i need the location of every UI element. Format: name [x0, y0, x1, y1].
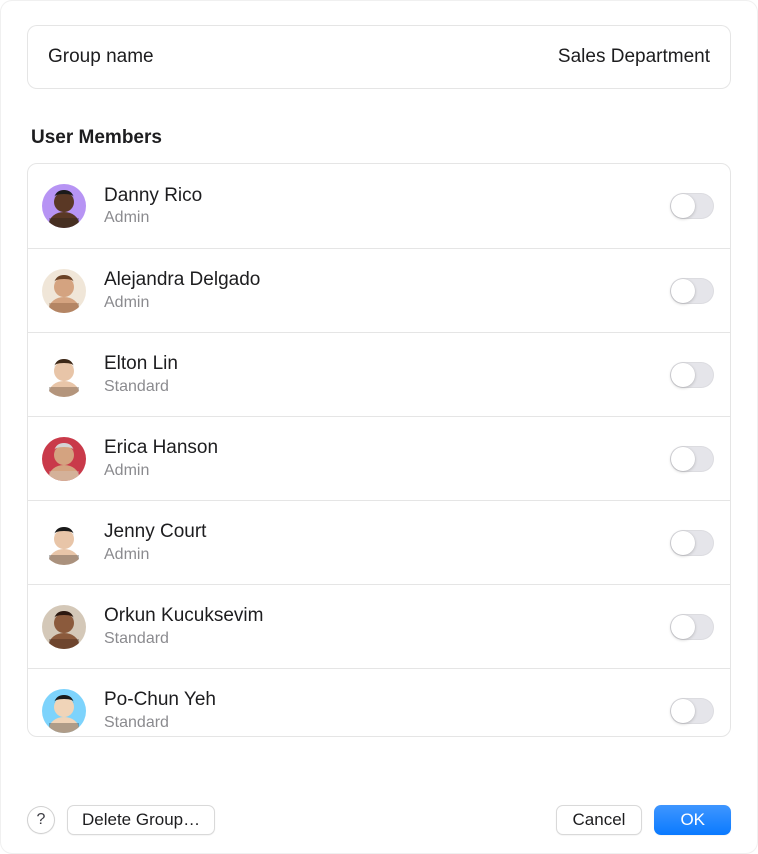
member-toggle[interactable]	[670, 446, 714, 472]
dialog-window: Group name Sales Department User Members…	[0, 0, 758, 854]
member-toggle[interactable]	[670, 278, 714, 304]
member-toggle[interactable]	[670, 530, 714, 556]
avatar	[42, 689, 86, 733]
member-role: Standard	[104, 713, 670, 733]
list-item[interactable]: Jenny Court Admin	[28, 500, 730, 584]
avatar-icon	[42, 437, 86, 481]
toggle-knob	[671, 531, 695, 555]
list-item[interactable]: Elton Lin Standard	[28, 332, 730, 416]
avatar-icon	[42, 184, 86, 228]
toggle-knob	[671, 279, 695, 303]
toggle-knob	[671, 699, 695, 723]
list-item[interactable]: Po-Chun Yeh Standard	[28, 668, 730, 737]
dialog-content: Group name Sales Department User Members…	[1, 1, 757, 737]
avatar-icon	[42, 689, 86, 733]
member-info: Danny Rico Admin	[104, 184, 670, 229]
ok-button[interactable]: OK	[654, 805, 731, 835]
cancel-label: Cancel	[573, 810, 626, 830]
avatar-icon	[42, 353, 86, 397]
delete-group-label: Delete Group…	[82, 810, 200, 830]
member-role: Standard	[104, 377, 670, 397]
member-name: Alejandra Delgado	[104, 268, 670, 292]
member-role: Admin	[104, 545, 670, 565]
avatar	[42, 437, 86, 481]
member-info: Elton Lin Standard	[104, 352, 670, 397]
member-toggle[interactable]	[670, 362, 714, 388]
member-name: Elton Lin	[104, 352, 670, 376]
help-icon: ?	[37, 811, 46, 829]
member-name: Orkun Kucuksevim	[104, 604, 670, 628]
member-toggle[interactable]	[670, 698, 714, 724]
toggle-knob	[671, 363, 695, 387]
member-info: Po-Chun Yeh Standard	[104, 688, 670, 733]
help-button[interactable]: ?	[27, 806, 55, 834]
avatar	[42, 269, 86, 313]
avatar	[42, 184, 86, 228]
member-role: Admin	[104, 461, 670, 481]
group-name-label: Group name	[48, 46, 154, 68]
avatar	[42, 521, 86, 565]
member-name: Po-Chun Yeh	[104, 688, 670, 712]
toggle-knob	[671, 447, 695, 471]
member-info: Alejandra Delgado Admin	[104, 268, 670, 313]
member-role: Admin	[104, 293, 670, 313]
avatar-icon	[42, 269, 86, 313]
group-name-value: Sales Department	[558, 46, 710, 68]
avatar-icon	[42, 605, 86, 649]
member-name: Jenny Court	[104, 520, 670, 544]
member-role: Admin	[104, 208, 670, 228]
members-list: Danny Rico Admin Alejandra Delgado Admin	[27, 163, 731, 737]
section-title: User Members	[27, 127, 731, 149]
member-role: Standard	[104, 629, 670, 649]
avatar-icon	[42, 521, 86, 565]
member-name: Danny Rico	[104, 184, 670, 208]
list-item[interactable]: Alejandra Delgado Admin	[28, 248, 730, 332]
list-item[interactable]: Orkun Kucuksevim Standard	[28, 584, 730, 668]
member-toggle[interactable]	[670, 193, 714, 219]
dialog-footer: ? Delete Group… Cancel OK	[27, 805, 731, 835]
member-info: Erica Hanson Admin	[104, 436, 670, 481]
cancel-button[interactable]: Cancel	[556, 805, 643, 835]
avatar	[42, 353, 86, 397]
avatar	[42, 605, 86, 649]
toggle-knob	[671, 615, 695, 639]
group-name-field[interactable]: Group name Sales Department	[27, 25, 731, 89]
delete-group-button[interactable]: Delete Group…	[67, 805, 215, 835]
member-info: Jenny Court Admin	[104, 520, 670, 565]
list-item[interactable]: Danny Rico Admin	[28, 164, 730, 248]
list-item[interactable]: Erica Hanson Admin	[28, 416, 730, 500]
ok-label: OK	[680, 810, 705, 830]
member-name: Erica Hanson	[104, 436, 670, 460]
toggle-knob	[671, 194, 695, 218]
member-info: Orkun Kucuksevim Standard	[104, 604, 670, 649]
member-toggle[interactable]	[670, 614, 714, 640]
